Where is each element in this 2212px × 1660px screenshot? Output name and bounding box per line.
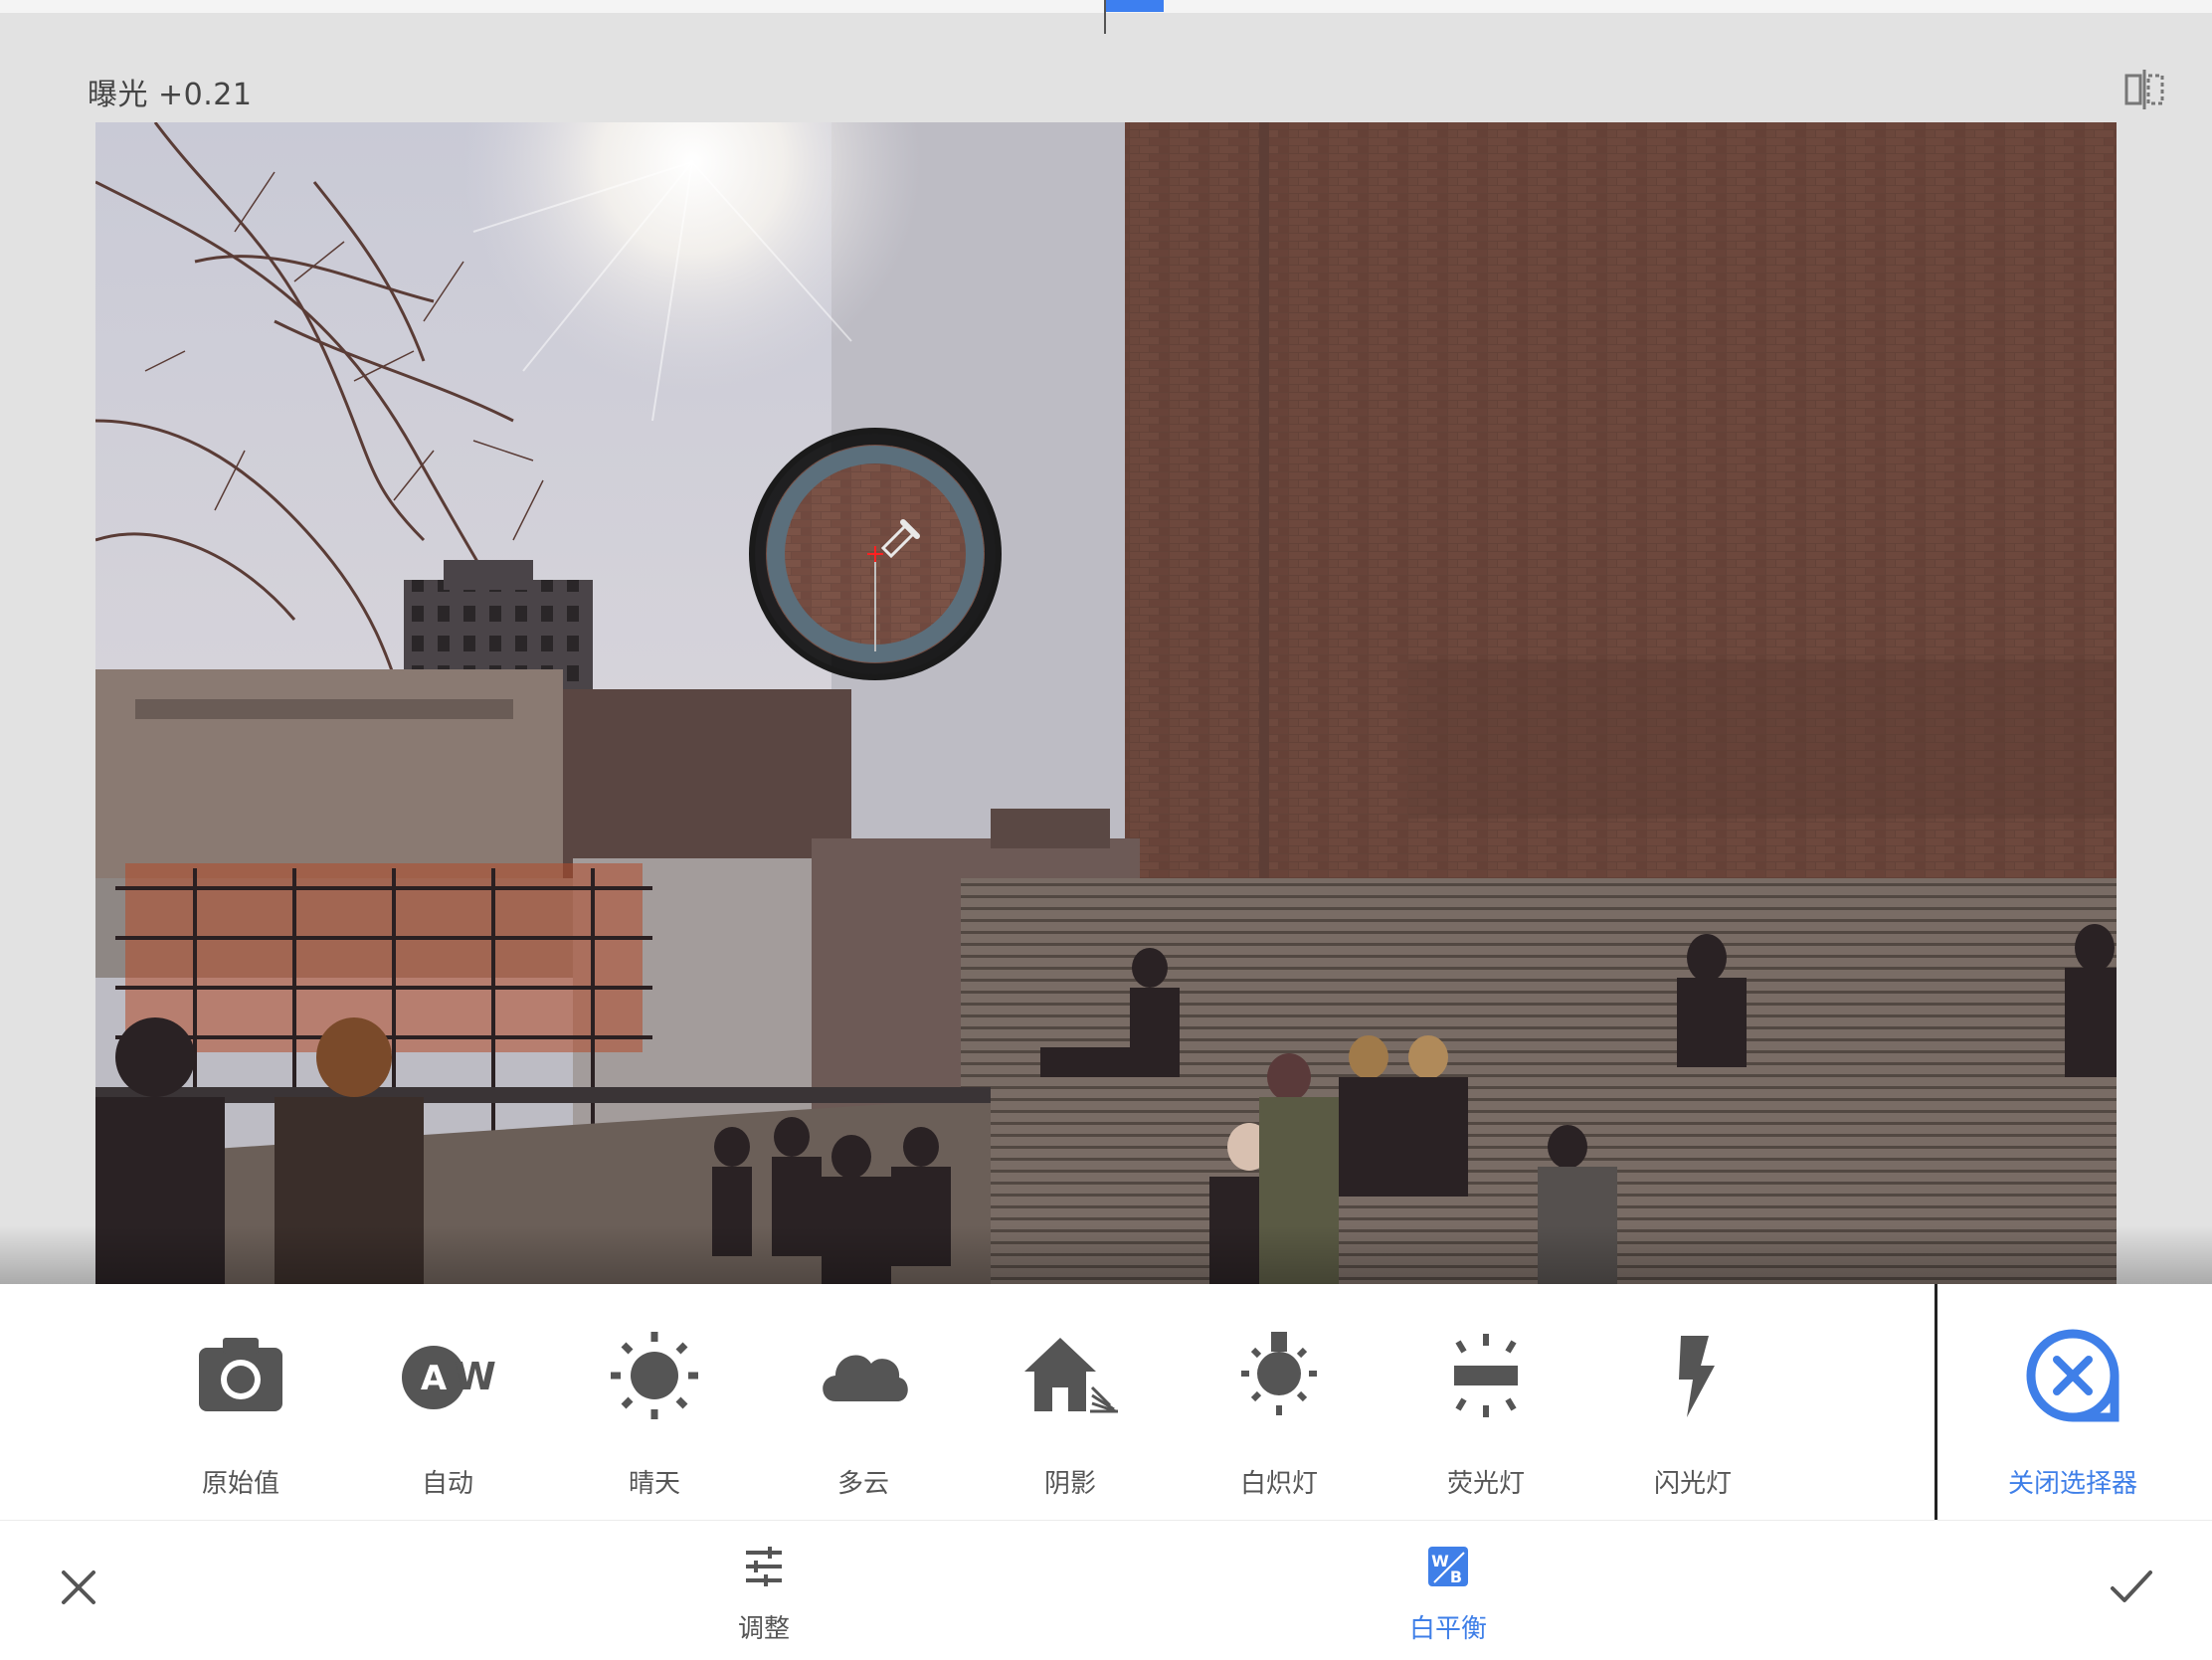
flash-icon <box>1643 1326 1743 1425</box>
shade-house-icon <box>1020 1326 1120 1425</box>
tab-adjust[interactable]: 调整 <box>664 1521 863 1660</box>
bottom-toolbar: 调整 W B 白平衡 <box>0 1520 2212 1660</box>
fluorescent-lamp-icon <box>1436 1326 1536 1425</box>
preset-shade[interactable]: 阴影 <box>981 1284 1160 1520</box>
white-balance-icon: W B <box>1426 1545 1470 1588</box>
top-progress-indicator <box>1106 0 1164 12</box>
tab-white-balance[interactable]: W B 白平衡 <box>1349 1521 1548 1660</box>
camera-icon <box>191 1326 290 1425</box>
close-icon[interactable] <box>56 1565 101 1610</box>
preset-cloudy[interactable]: 多云 <box>774 1284 953 1520</box>
preset-incandescent[interactable]: 白炽灯 <box>1190 1284 1369 1520</box>
panel-shadow <box>0 1225 2212 1285</box>
sun-icon <box>605 1326 704 1425</box>
svg-text:W: W <box>455 1355 496 1398</box>
cloud-icon <box>814 1326 913 1425</box>
svg-text:A: A <box>421 1359 448 1398</box>
preset-original[interactable]: 原始值 <box>151 1284 330 1520</box>
close-circle-icon <box>2023 1326 2122 1425</box>
sliders-icon <box>742 1545 786 1588</box>
preset-fluorescent[interactable]: 荧光灯 <box>1396 1284 1575 1520</box>
svg-text:B: B <box>1450 1568 1462 1586</box>
white-balance-picker: 原始值 A W 自动 晴天 多云 阴影 白炽灯 荧光灯 闪光灯 关闭选择器 <box>0 1284 2212 1520</box>
compare-icon[interactable] <box>2122 66 2170 113</box>
incandescent-bulb-icon <box>1229 1326 1329 1425</box>
color-picker-loupe[interactable] <box>749 428 1002 680</box>
preset-auto[interactable]: A W 自动 <box>358 1284 537 1520</box>
preset-sunny[interactable]: 晴天 <box>565 1284 744 1520</box>
preset-flash[interactable]: 闪光灯 <box>1603 1284 1782 1520</box>
parameter-label: 曝光 +0.21 <box>88 78 253 112</box>
close-picker-button[interactable]: 关闭选择器 <box>1983 1284 2162 1520</box>
picker-divider <box>1935 1284 1937 1520</box>
photo-canvas[interactable] <box>95 122 2117 1284</box>
check-icon[interactable] <box>2107 1565 2156 1610</box>
svg-text:W: W <box>1431 1552 1449 1570</box>
auto-wb-icon: A W <box>398 1326 497 1425</box>
